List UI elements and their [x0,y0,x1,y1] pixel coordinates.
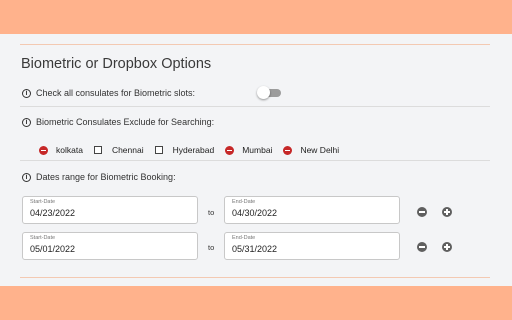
consulate-label: Mumbai [242,145,273,155]
checkbox[interactable] [154,146,163,154]
top-divider [20,44,490,45]
to-label: to [208,208,215,217]
consulate-option-new-delhi[interactable]: New Delhi [283,145,339,155]
check-all-label: Check all consulates for Biometric slots… [36,88,196,98]
consulate-label: Hyderabad [172,145,215,155]
field-label: Start-Date [30,199,56,205]
dates-row: i Dates range for Biometric Booking: [22,172,176,182]
consulate-option-mumbai[interactable]: Mumbai [225,145,272,155]
consulate-label: New Delhi [300,145,340,155]
divider [20,106,490,107]
dates-label: Dates range for Biometric Booking: [36,172,176,182]
check-all-row: i Check all consulates for Biometric slo… [22,88,195,98]
consulate-label: Chennai [111,145,144,155]
to-label: to [208,243,215,252]
divider [20,160,490,161]
info-icon: i [22,172,31,182]
remove-range-button[interactable] [417,207,427,217]
bottom-divider [20,277,490,278]
section-title: Biometric or Dropbox Options [21,56,212,72]
consulate-option-hyderabad[interactable]: Hyderabad [154,145,215,155]
remove-range-button[interactable] [417,242,427,252]
add-range-button[interactable] [442,242,452,252]
end-date-field[interactable]: End-Date 04/30/2022 [224,196,400,224]
end-date-value: 05/31/2022 [232,244,278,254]
field-label: Start-Date [30,235,56,241]
consulate-option-chennai[interactable]: Chennai [93,145,144,155]
end-date-value: 04/30/2022 [232,208,278,218]
consulate-options: kolkata Chennai Hyderabad Mumbai New Del… [39,145,350,155]
end-date-field[interactable]: End-Date 05/31/2022 [224,232,400,260]
exclude-row: i Biometric Consulates Exclude for Searc… [22,117,214,127]
check-all-toggle[interactable] [257,86,281,99]
add-range-button[interactable] [442,207,452,217]
info-icon: i [22,88,31,98]
consulate-label: kolkata [56,145,83,155]
remove-circle-icon[interactable] [283,145,293,155]
consulate-option-kolkata[interactable]: kolkata [39,145,83,155]
start-date-value: 05/01/2022 [30,244,76,254]
start-date-field[interactable]: Start-Date 04/23/2022 [22,196,198,224]
exclude-label: Biometric Consulates Exclude for Searchi… [36,117,215,127]
checkbox[interactable] [93,146,102,154]
options-panel: Biometric or Dropbox Options i Check all… [0,34,512,286]
start-date-field[interactable]: Start-Date 05/01/2022 [22,232,198,260]
field-label: End-Date [232,199,256,205]
toggle-knob [257,86,270,99]
remove-circle-icon[interactable] [225,145,235,155]
remove-circle-icon[interactable] [39,145,48,155]
info-icon: i [22,117,31,127]
field-label: End-Date [232,235,256,241]
start-date-value: 04/23/2022 [30,208,76,218]
